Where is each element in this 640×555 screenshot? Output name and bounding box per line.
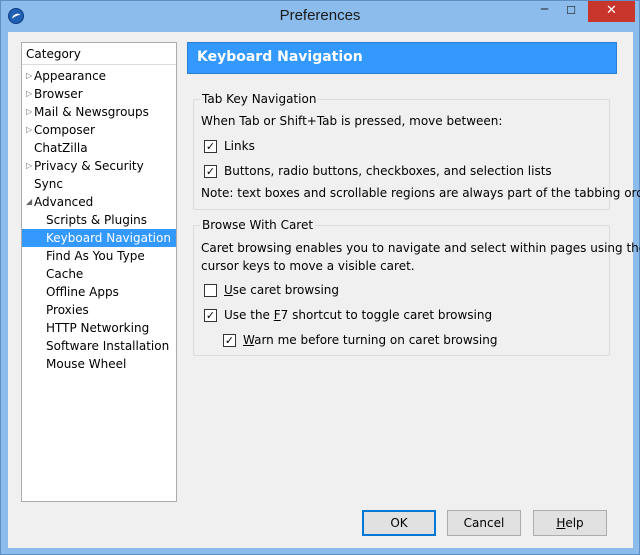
- checkbox-label: Use caret browsing: [224, 283, 340, 297]
- sidebar-item-privacy-security[interactable]: ▷ Privacy & Security: [22, 157, 176, 175]
- sidebar-item-software-installation[interactable]: Software Installation: [22, 337, 176, 355]
- expanded-arrow-icon[interactable]: ◢: [26, 193, 34, 211]
- collapsed-arrow-icon[interactable]: ▷: [26, 85, 34, 103]
- sidebar-item-label: Keyboard Navigation: [46, 231, 171, 245]
- sidebar-item-offline-apps[interactable]: Offline Apps: [22, 283, 176, 301]
- sidebar-item-keyboard-navigation[interactable]: Keyboard Navigation: [22, 229, 176, 247]
- sidebar-item-label: Scripts & Plugins: [46, 213, 148, 227]
- tab-note-text: Note: text boxes and scrollable regions …: [201, 186, 640, 200]
- sidebar-item-label: Sync: [34, 177, 63, 191]
- sidebar-item-label: ChatZilla: [34, 141, 88, 155]
- sidebar-item-label: Offline Apps: [46, 285, 119, 299]
- sidebar-item-label: Composer: [34, 123, 95, 137]
- ok-button[interactable]: OK: [362, 510, 436, 536]
- sidebar-item-http-networking[interactable]: HTTP Networking: [22, 319, 176, 337]
- collapsed-arrow-icon[interactable]: ▷: [26, 103, 34, 121]
- checkbox-box[interactable]: ✓: [223, 334, 236, 347]
- sidebar-item-label: Find As You Type: [46, 249, 145, 263]
- caret-description-line-2: cursor keys to move a visible caret.: [201, 259, 415, 273]
- sidebar-item-sync[interactable]: Sync: [22, 175, 176, 193]
- dialog-client-area: Category ▷ Appearance ▷ Browser ▷ Mail & News…: [8, 32, 640, 548]
- checkbox-label: Use the F7 shortcut to toggle caret brow…: [224, 308, 493, 322]
- checkbox-label: Buttons, radio buttons, checkboxes, and …: [224, 164, 552, 178]
- group-legend: Tab Key Navigation: [200, 92, 319, 107]
- sidebar-item-label: Cache: [46, 267, 84, 281]
- sidebar-item-label: Advanced: [34, 195, 94, 209]
- close-button[interactable]: ✕: [588, 1, 635, 22]
- sidebar-item-browser[interactable]: ▷ Browser: [22, 85, 176, 103]
- preferences-window: Preferences ─ ☐ ✕ Category ▷ Appearance ▷ B…: [0, 0, 640, 555]
- sidebar-item-label: Proxies: [46, 303, 89, 317]
- sidebar-item-appearance[interactable]: ▷ Appearance: [22, 67, 176, 85]
- sidebar-item-scripts-plugins[interactable]: Scripts & Plugins: [22, 211, 176, 229]
- collapsed-arrow-icon[interactable]: ▷: [26, 157, 34, 175]
- sidebar-item-label: HTTP Networking: [46, 321, 150, 335]
- title-bar[interactable]: Preferences ─ ☐ ✕: [1, 1, 639, 32]
- sidebar-item-mouse-wheel[interactable]: Mouse Wheel: [22, 355, 176, 373]
- category-list: ▷ Appearance ▷ Browser ▷ Mail & Newsgroups ▷ Co…: [22, 67, 176, 373]
- sidebar-item-mail-newsgroups[interactable]: ▷ Mail & Newsgroups: [22, 103, 176, 121]
- collapsed-arrow-icon[interactable]: ▷: [26, 67, 34, 85]
- sidebar-item-cache[interactable]: Cache: [22, 265, 176, 283]
- group-legend: Browse With Caret: [200, 218, 316, 233]
- checkbox-label: Warn me before turning on caret browsing: [243, 333, 498, 347]
- sidebar-item-label: Appearance: [34, 69, 107, 83]
- sidebar-item-label: Mail & Newsgroups: [34, 105, 149, 119]
- collapsed-arrow-icon[interactable]: ▷: [26, 121, 34, 139]
- sidebar-item-label: Mouse Wheel: [46, 357, 127, 371]
- category-tree[interactable]: Category ▷ Appearance ▷ Browser ▷ Mail & News…: [21, 42, 177, 502]
- tab-intro-text: When Tab or Shift+Tab is pressed, move b…: [201, 114, 503, 128]
- checkbox-box[interactable]: ✓: [204, 140, 217, 153]
- sidebar-item-chatzilla[interactable]: ChatZilla: [22, 139, 176, 157]
- checkbox-box[interactable]: ✓: [204, 309, 217, 322]
- maximize-button[interactable]: ☐: [558, 1, 584, 22]
- sidebar-item-label: Browser: [34, 87, 83, 101]
- caret-description-line-1: Caret browsing enables you to navigate a…: [201, 241, 640, 255]
- minimize-button[interactable]: ─: [531, 1, 558, 22]
- sidebar-item-proxies[interactable]: Proxies: [22, 301, 176, 319]
- checkbox-label: Links: [224, 139, 255, 153]
- cancel-button[interactable]: Cancel: [447, 510, 521, 536]
- category-column-header[interactable]: Category: [22, 43, 176, 65]
- help-button[interactable]: Help: [533, 510, 607, 536]
- sidebar-item-composer[interactable]: ▷ Composer: [22, 121, 176, 139]
- sidebar-item-find-as-you-type[interactable]: Find As You Type: [22, 247, 176, 265]
- sidebar-item-label: Software Installation: [46, 339, 170, 353]
- checkbox-box[interactable]: ✓: [204, 165, 217, 178]
- checkbox-box[interactable]: [204, 284, 217, 297]
- sidebar-item-advanced[interactable]: ◢ Advanced: [22, 193, 176, 211]
- browse-with-caret-group: Browse With Caret Caret browsing enables…: [193, 218, 640, 356]
- sidebar-item-label: Privacy & Security: [34, 159, 144, 173]
- tab-key-navigation-group: Tab Key Navigation When Tab or Shift+Tab…: [193, 92, 640, 210]
- page-title: Keyboard Navigation: [187, 42, 617, 74]
